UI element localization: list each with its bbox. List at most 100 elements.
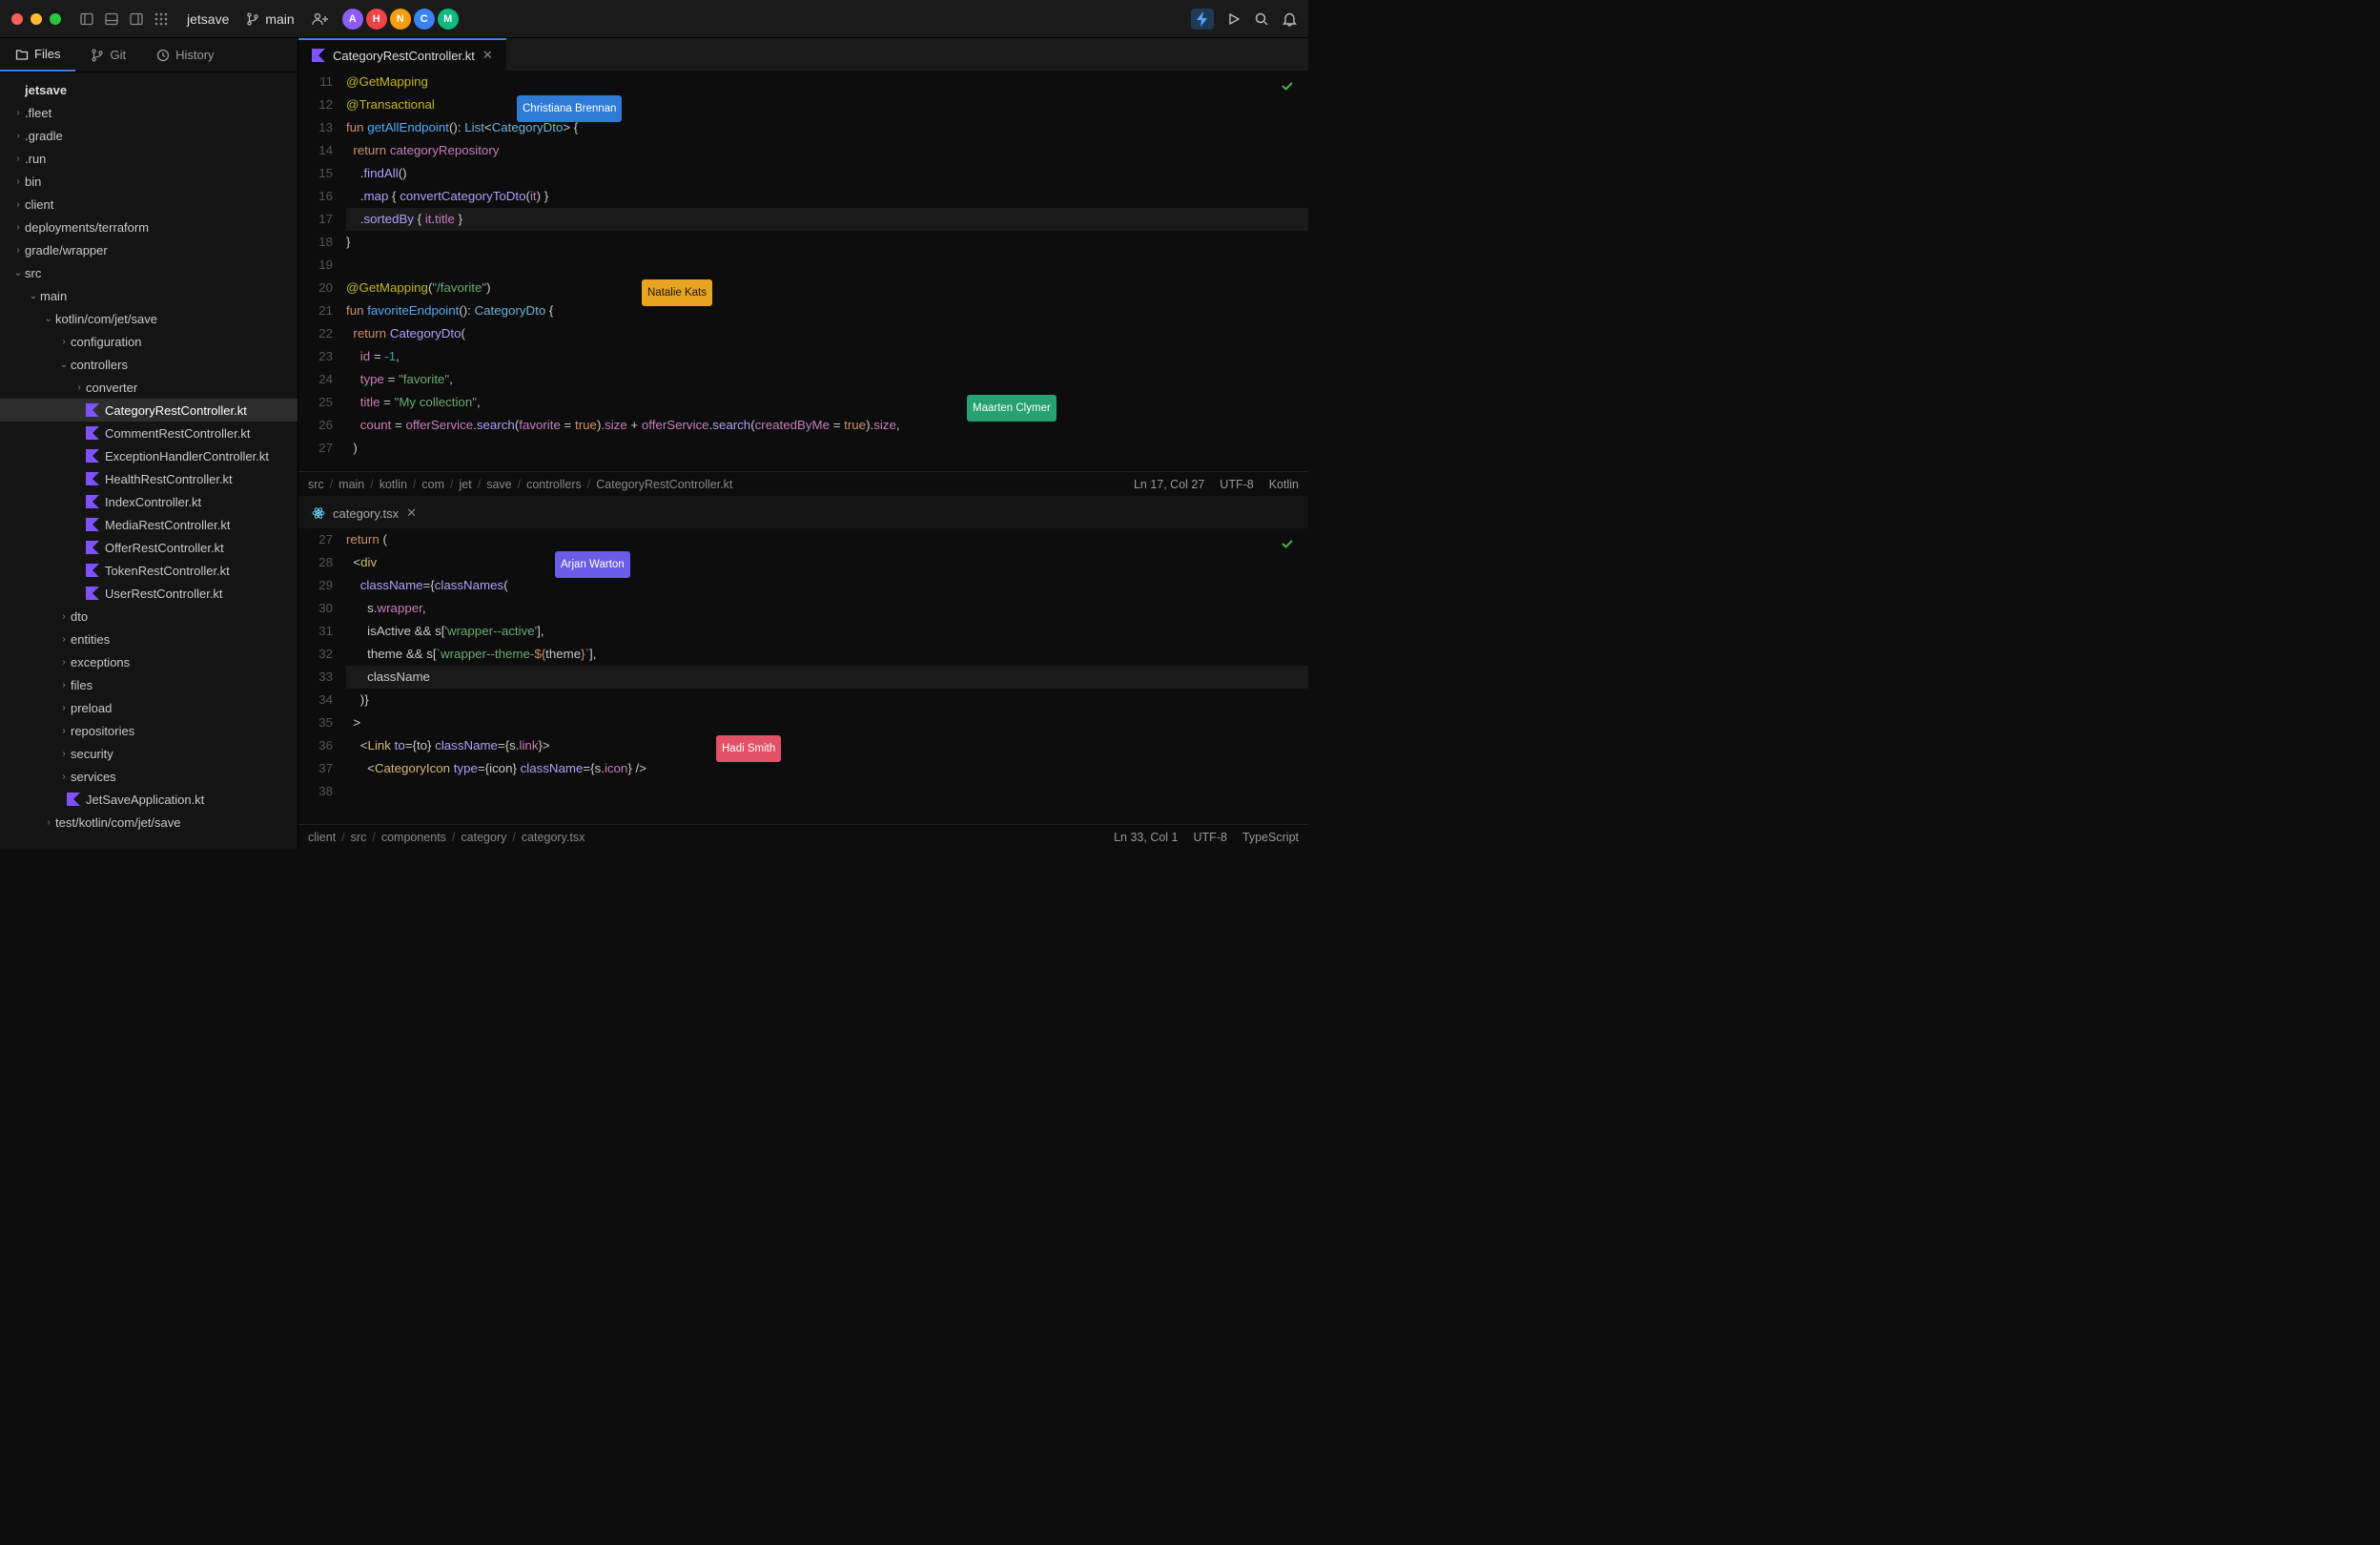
crumb[interactable]: category xyxy=(461,831,506,844)
tree-folder-gradlewrapper[interactable]: ›gradle/wrapper xyxy=(0,238,298,261)
cursor-position[interactable]: Ln 33, Col 1 xyxy=(1114,831,1178,844)
avatar[interactable]: A xyxy=(342,9,363,30)
search-icon[interactable] xyxy=(1254,11,1269,27)
code-line[interactable]: return ( xyxy=(346,528,1308,551)
language[interactable]: Kotlin xyxy=(1269,478,1299,491)
tree-folder-filesdir[interactable]: ›files xyxy=(0,673,298,696)
crumb[interactable]: save xyxy=(486,478,511,491)
close-tab-icon[interactable]: ✕ xyxy=(482,48,493,63)
tab-files[interactable]: Files xyxy=(0,38,75,72)
code-line[interactable]: @Transactional xyxy=(346,93,1308,116)
code-line[interactable]: <CategoryIcon type={icon} className={s.i… xyxy=(346,757,1308,780)
tree-folder-fleet[interactable]: ›.fleet xyxy=(0,101,298,124)
tree-file-category[interactable]: CategoryRestController.kt xyxy=(0,399,298,422)
code-line[interactable]: id = -1, xyxy=(346,345,1308,368)
code-line[interactable]: > xyxy=(346,711,1308,734)
run-icon[interactable] xyxy=(1227,12,1241,26)
panel-bottom-icon[interactable] xyxy=(103,10,120,28)
tree-folder-main[interactable]: ⌄main xyxy=(0,284,298,307)
tree-file-media[interactable]: MediaRestController.kt xyxy=(0,513,298,536)
code-line[interactable]: .findAll() xyxy=(346,162,1308,185)
tree-folder-repositories[interactable]: ›repositories xyxy=(0,719,298,742)
encoding[interactable]: UTF-8 xyxy=(1220,478,1253,491)
tree-file-offer[interactable]: OfferRestController.kt xyxy=(0,536,298,559)
code-lines[interactable]: return ( <div className={classNames( s.w… xyxy=(346,528,1308,824)
tree-folder-configuration[interactable]: ›configuration xyxy=(0,330,298,353)
code-line[interactable] xyxy=(346,254,1308,277)
crumb[interactable]: client xyxy=(308,831,336,844)
code-line[interactable]: title = "My collection", xyxy=(346,391,1308,414)
crumb[interactable]: jet xyxy=(460,478,472,491)
code-line[interactable]: s.wrapper, xyxy=(346,597,1308,620)
editor1-code[interactable]: 1112131415161718192021222324252627 @GetM… xyxy=(298,71,1308,471)
code-line[interactable]: return CategoryDto( xyxy=(346,322,1308,345)
code-line[interactable]: ) xyxy=(346,437,1308,460)
code-line[interactable]: isActive && s['wrapper--active'], xyxy=(346,620,1308,643)
minimize-window[interactable] xyxy=(31,13,42,25)
tab-history[interactable]: History xyxy=(141,38,229,72)
crumb[interactable]: CategoryRestController.kt xyxy=(596,478,732,491)
code-line[interactable]: fun favoriteEndpoint(): CategoryDto { xyxy=(346,299,1308,322)
tree-folder-test[interactable]: ›test/kotlin/com/jet/save xyxy=(0,811,298,834)
breadcrumbs[interactable]: client/src/components/category/category.… xyxy=(308,831,585,844)
code-line[interactable]: type = "favorite", xyxy=(346,368,1308,391)
code-line[interactable]: <div xyxy=(346,551,1308,574)
tree-file-app[interactable]: JetSaveApplication.kt xyxy=(0,788,298,811)
editor2-tab[interactable]: category.tsx ✕ xyxy=(298,496,430,528)
tree-root[interactable]: jetsave xyxy=(0,78,298,101)
crumb[interactable]: kotlin xyxy=(380,478,407,491)
code-line[interactable]: @GetMapping("/favorite") xyxy=(346,277,1308,299)
crumb[interactable]: main xyxy=(339,478,364,491)
code-line[interactable]: count = offerService.search(favorite = t… xyxy=(346,414,1308,437)
maximize-window[interactable] xyxy=(50,13,61,25)
tree-folder-client[interactable]: ›client xyxy=(0,193,298,216)
code-line[interactable]: return categoryRepository xyxy=(346,139,1308,162)
tree-folder-converter[interactable]: ›converter xyxy=(0,376,298,399)
tree-folder-exceptions[interactable]: ›exceptions xyxy=(0,650,298,673)
cursor-position[interactable]: Ln 17, Col 27 xyxy=(1134,478,1204,491)
crumb[interactable]: components xyxy=(381,831,446,844)
tree-file-index[interactable]: IndexController.kt xyxy=(0,490,298,513)
tree-folder-gradle[interactable]: ›.gradle xyxy=(0,124,298,147)
tree-folder-security[interactable]: ›security xyxy=(0,742,298,765)
tab-git[interactable]: Git xyxy=(75,38,141,72)
tree-file-comment[interactable]: CommentRestController.kt xyxy=(0,422,298,444)
tree-folder-entities[interactable]: ›entities xyxy=(0,628,298,650)
code-line[interactable]: @GetMapping xyxy=(346,71,1308,93)
add-collaborator-icon[interactable] xyxy=(312,11,329,27)
crumb[interactable]: com xyxy=(421,478,444,491)
apps-icon[interactable] xyxy=(153,10,170,28)
code-line[interactable]: } xyxy=(346,231,1308,254)
code-line[interactable]: )} xyxy=(346,689,1308,711)
editor2-code[interactable]: 272829303132333435363738 return ( <div c… xyxy=(298,528,1308,824)
code-line[interactable]: className xyxy=(346,666,1308,689)
tree-folder-run[interactable]: ›.run xyxy=(0,147,298,170)
tree-folder-bin[interactable]: ›bin xyxy=(0,170,298,193)
crumb[interactable]: src xyxy=(351,831,367,844)
crumb[interactable]: src xyxy=(308,478,324,491)
tree-folder-deployments[interactable]: ›deployments/terraform xyxy=(0,216,298,238)
breadcrumbs[interactable]: src/main/kotlin/com/jet/save/controllers… xyxy=(308,478,732,491)
notifications-icon[interactable] xyxy=(1282,11,1297,27)
code-line[interactable] xyxy=(346,780,1308,803)
avatar[interactable]: N xyxy=(390,9,411,30)
crumb[interactable]: controllers xyxy=(526,478,582,491)
tree-file-user[interactable]: UserRestController.kt xyxy=(0,582,298,605)
tree-folder-services[interactable]: ›services xyxy=(0,765,298,788)
language[interactable]: TypeScript xyxy=(1242,831,1299,844)
code-line[interactable]: className={classNames( xyxy=(346,574,1308,597)
code-lines[interactable]: @GetMapping@Transactionalfun getAllEndpo… xyxy=(346,71,1308,471)
ai-bolt-icon[interactable] xyxy=(1191,9,1214,30)
panel-left-icon[interactable] xyxy=(78,10,95,28)
close-window[interactable] xyxy=(11,13,23,25)
code-line[interactable]: .map { convertCategoryToDto(it) } xyxy=(346,185,1308,208)
tree-file-token[interactable]: TokenRestController.kt xyxy=(0,559,298,582)
code-line[interactable]: theme && s[`wrapper--theme-${theme}`], xyxy=(346,643,1308,666)
editor1-tab[interactable]: CategoryRestController.kt ✕ xyxy=(298,38,506,71)
tree-folder-dto[interactable]: ›dto xyxy=(0,605,298,628)
git-branch[interactable]: main xyxy=(246,11,294,27)
encoding[interactable]: UTF-8 xyxy=(1194,831,1227,844)
avatar[interactable]: C xyxy=(414,9,435,30)
code-line[interactable]: <Link to={to} className={s.link}> xyxy=(346,734,1308,757)
tree-folder-src[interactable]: ⌄src xyxy=(0,261,298,284)
